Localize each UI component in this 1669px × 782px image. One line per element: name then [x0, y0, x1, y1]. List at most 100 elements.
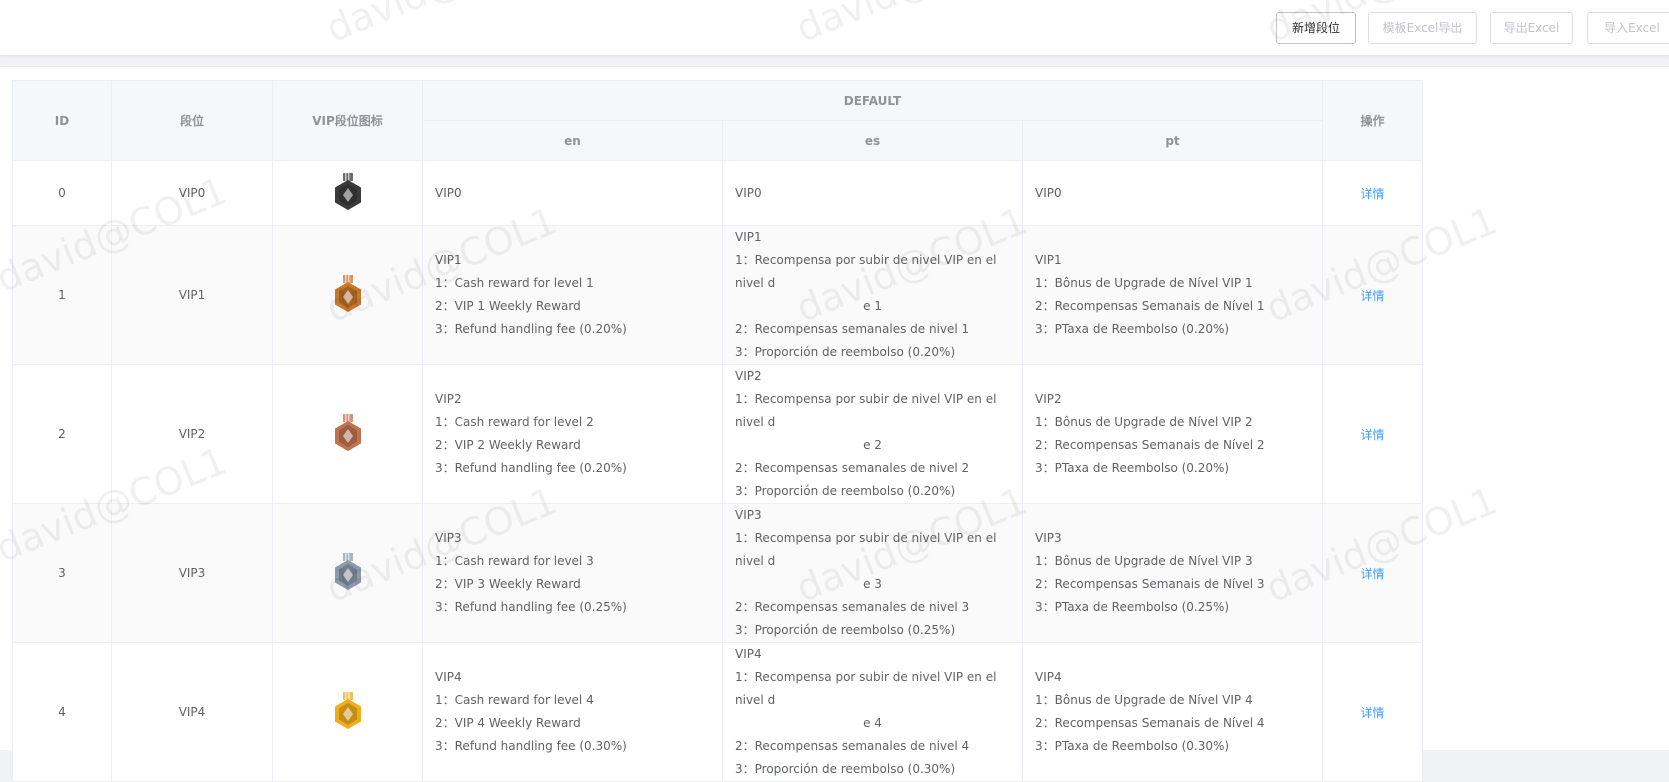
- cell-en-description: VIP2 1：Cash reward for level 2 2：VIP 2 Wee…: [422, 364, 723, 504]
- description-line: 1：Recompensa por subir de nivel VIP en e…: [735, 670, 997, 707]
- header-pt: pt: [1022, 120, 1323, 161]
- description-line: 1：Cash reward for level 3: [435, 554, 594, 568]
- top-toolbar: 新增段位 模板Excel导出 导出Excel 导入Excel: [0, 0, 1669, 56]
- cell-en-description: VIP1 1：Cash reward for level 1 2：VIP 1 Wee…: [422, 225, 723, 365]
- description-line: 2：Recompensas semanales de nivel 2: [735, 461, 970, 475]
- detail-link[interactable]: 详情: [1360, 567, 1384, 581]
- table-body: 0 VIP0 VIP0 VIP0 VIP0 详情 1 VIP1 VIP1 1：Cash rewar…: [12, 160, 1423, 782]
- cell-es-description: VIP0: [722, 160, 1023, 226]
- cell-pt-description: VIP3 1：Bônus de Upgrade de Nível VIP 3 2：R…: [1022, 503, 1323, 643]
- description-line: VIP2: [435, 392, 462, 406]
- cell-pt-description: VIP2 1：Bônus de Upgrade de Nível VIP 2 2：R…: [1022, 364, 1323, 504]
- cell-en-description: VIP0: [422, 160, 723, 226]
- description-line: VIP1: [435, 253, 462, 267]
- detail-link[interactable]: 详情: [1360, 289, 1384, 303]
- description-line: 2：Recompensas semanales de nivel 3: [735, 600, 970, 614]
- description-line: VIP1: [1035, 253, 1062, 267]
- description-line: VIP4: [1035, 670, 1062, 684]
- cell-level: VIP0: [111, 160, 273, 226]
- description-line: 1：Cash reward for level 4: [435, 693, 594, 707]
- cell-level: VIP1: [111, 225, 273, 365]
- description-line: e 4: [863, 716, 882, 730]
- gold-hexagon-medal-icon: [334, 692, 361, 729]
- description-line: VIP2: [735, 369, 762, 383]
- description-line: 3：Proporción de reembolso (0.20%): [735, 484, 956, 498]
- cell-vip-icon: [272, 364, 423, 504]
- description-line: 3：Refund handling fee (0.20%): [435, 461, 627, 475]
- cell-action: 详情: [1322, 160, 1423, 226]
- cell-level: VIP3: [111, 503, 273, 643]
- header-id: ID: [12, 80, 112, 161]
- cell-level: VIP4: [111, 642, 273, 782]
- cell-id: 0: [12, 160, 112, 226]
- description-line: 3：Refund handling fee (0.30%): [435, 739, 627, 753]
- description-line: 2：VIP 2 Weekly Reward: [435, 438, 581, 452]
- description-line: VIP0: [735, 185, 762, 200]
- description-line: VIP3: [1035, 531, 1062, 545]
- description-line: 2：VIP 1 Weekly Reward: [435, 299, 581, 313]
- description-line: 1：Bônus de Upgrade de Nível VIP 2: [1035, 415, 1253, 429]
- description-line: VIP4: [435, 670, 462, 684]
- description-line: 3：Refund handling fee (0.20%): [435, 322, 627, 336]
- description-line: e 3: [863, 577, 882, 591]
- description-line: 2：VIP 4 Weekly Reward: [435, 716, 581, 730]
- description-line: VIP3: [735, 508, 762, 522]
- copper-hexagon-medal-icon: [334, 414, 361, 451]
- description-line: 1：Cash reward for level 1: [435, 276, 594, 290]
- description-line: 2：VIP 3 Weekly Reward: [435, 577, 581, 591]
- export-excel-button[interactable]: 导出Excel: [1490, 12, 1573, 44]
- description-line: 3：Refund handling fee (0.25%): [435, 600, 627, 614]
- description-line: VIP4: [735, 647, 762, 661]
- cell-id: 3: [12, 503, 112, 643]
- description-line: 2：Recompensas Semanais de Nível 3: [1035, 577, 1265, 591]
- description-line: 3：PTaxa de Reembolso (0.30%): [1035, 739, 1230, 753]
- description-line: VIP3: [435, 531, 462, 545]
- cell-action: 详情: [1322, 503, 1423, 643]
- orange-hexagon-medal-icon: [334, 275, 361, 312]
- cell-es-description: VIP4 1：Recompensa por subir de nivel VIP …: [722, 642, 1023, 782]
- cell-es-description: VIP3 1：Recompensa por subir de nivel VIP …: [722, 503, 1023, 643]
- table-row: 0 VIP0 VIP0 VIP0 VIP0 详情: [12, 160, 1423, 226]
- description-line: 1：Bônus de Upgrade de Nível VIP 1: [1035, 276, 1253, 290]
- cell-id: 4: [12, 642, 112, 782]
- description-line: 2：Recompensas Semanais de Nível 2: [1035, 438, 1265, 452]
- cell-pt-description: VIP1 1：Bônus de Upgrade de Nível VIP 1 2：R…: [1022, 225, 1323, 365]
- cell-id: 1: [12, 225, 112, 365]
- description-line: 1：Cash reward for level 2: [435, 415, 594, 429]
- description-line: 3：PTaxa de Reembolso (0.20%): [1035, 322, 1230, 336]
- description-line: 3：Proporción de reembolso (0.30%): [735, 762, 956, 776]
- header-level: 段位: [111, 80, 273, 161]
- detail-link[interactable]: 详情: [1360, 187, 1384, 201]
- template-excel-export-button[interactable]: 模板Excel导出: [1368, 12, 1477, 44]
- header-vip-icon: VIP段位图标: [272, 80, 423, 161]
- description-line: VIP2: [1035, 392, 1062, 406]
- description-line: 3：Proporción de reembolso (0.20%): [735, 345, 956, 359]
- description-line: 2：Recompensas Semanais de Nível 4: [1035, 716, 1265, 730]
- header-action: 操作: [1322, 80, 1423, 161]
- cell-es-description: VIP2 1：Recompensa por subir de nivel VIP …: [722, 364, 1023, 504]
- vip-level-table: ID 段位 VIP段位图标 DEFAULT 操作 en es pt 0 VIP0 V…: [12, 80, 1423, 782]
- cell-es-description: VIP1 1：Recompensa por subir de nivel VIP …: [722, 225, 1023, 365]
- cell-pt-description: VIP0: [1022, 160, 1323, 226]
- cell-vip-icon: [272, 160, 423, 226]
- cell-vip-icon: [272, 642, 423, 782]
- description-line: 3：PTaxa de Reembolso (0.20%): [1035, 461, 1230, 475]
- description-line: 1：Recompensa por subir de nivel VIP en e…: [735, 531, 997, 568]
- description-line: 1：Bônus de Upgrade de Nível VIP 3: [1035, 554, 1253, 568]
- import-excel-button[interactable]: 导入Excel: [1587, 12, 1669, 44]
- cell-pt-description: VIP4 1：Bônus de Upgrade de Nível VIP 4 2：R…: [1022, 642, 1323, 782]
- detail-link[interactable]: 详情: [1360, 428, 1384, 442]
- table-row: 3 VIP3 VIP3 1：Cash reward for level 3 2：VIP …: [12, 503, 1423, 643]
- description-line: 2：Recompensas Semanais de Nível 1: [1035, 299, 1265, 313]
- description-line: VIP0: [1035, 185, 1062, 200]
- cell-action: 详情: [1322, 364, 1423, 504]
- detail-link[interactable]: 详情: [1360, 706, 1384, 720]
- description-line: 3：PTaxa de Reembolso (0.25%): [1035, 600, 1230, 614]
- description-line: 2：Recompensas semanales de nivel 4: [735, 739, 970, 753]
- cell-en-description: VIP4 1：Cash reward for level 4 2：VIP 4 Wee…: [422, 642, 723, 782]
- silver-hexagon-medal-icon: [334, 553, 361, 590]
- header-es: es: [722, 120, 1023, 161]
- table-row: 1 VIP1 VIP1 1：Cash reward for level 1 2：VIP …: [12, 225, 1423, 365]
- add-level-button[interactable]: 新增段位: [1276, 12, 1356, 44]
- description-line: 1：Recompensa por subir de nivel VIP en e…: [735, 392, 997, 429]
